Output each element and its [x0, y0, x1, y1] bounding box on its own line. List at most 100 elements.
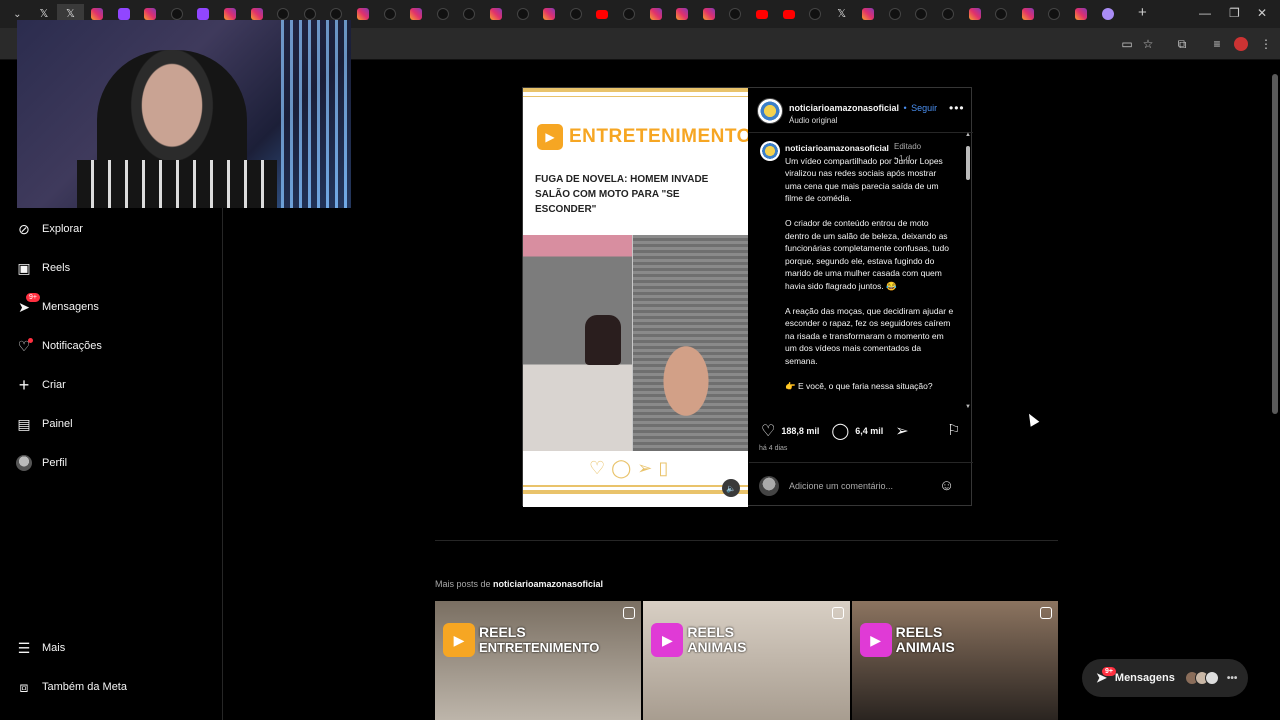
ig-favicon-icon [91, 8, 104, 20]
restore-button[interactable]: ❐ [1229, 6, 1240, 20]
more-post-tile[interactable]: ▶ REELS ENTRETENIMENTO [435, 601, 642, 720]
comment-input[interactable]: Adicione um comentário... [789, 481, 893, 491]
browser-tab[interactable] [376, 4, 403, 24]
pod-favicon-icon [1101, 8, 1114, 20]
close-window-button[interactable]: ✕ [1257, 6, 1267, 20]
cast-icon[interactable]: ▭ [1120, 37, 1134, 51]
browser-tab[interactable] [642, 4, 669, 24]
post-media[interactable]: ▶ ENTRETENIMENTO FUGA DE NOVELA: HOMEM I… [523, 88, 748, 507]
page-scrollbar[interactable] [1270, 60, 1280, 720]
post-modal: ▶ ENTRETENIMENTO FUGA DE NOVELA: HOMEM I… [522, 87, 973, 507]
like-count[interactable]: 188,8 mil [781, 426, 819, 436]
scroll-down-arrow-icon[interactable]: ▼ [965, 404, 971, 410]
sidebar-item-perfil[interactable]: Perfil [16, 451, 67, 475]
sidebar-item-mensagens[interactable]: ➤ 9+ Mensagens [16, 293, 99, 319]
minimize-button[interactable]: — [1199, 6, 1211, 20]
yt-favicon-icon [596, 9, 609, 19]
dashboard-icon: ▤ [17, 415, 31, 432]
tt-favicon-icon [942, 8, 955, 20]
browser-tab[interactable] [509, 4, 536, 24]
tile-line-1: REELS [479, 624, 526, 640]
more-posts-title: Mais posts de noticiarioamazonasoficial [435, 579, 603, 589]
bullet-separator: • [903, 102, 907, 113]
caption-scrollbar[interactable]: ▲ ▼ [965, 132, 971, 412]
browser-tab[interactable] [935, 4, 962, 24]
sidebar-item-label: Reels [42, 262, 71, 274]
browser-tab[interactable]: 𝕏 [828, 4, 855, 24]
browser-tab[interactable] [961, 4, 988, 24]
browser-tab[interactable] [1015, 4, 1042, 24]
x-favicon-icon: 𝕏 [39, 8, 49, 20]
browser-tab[interactable] [562, 4, 589, 24]
mute-button[interactable]: 🔈 [722, 479, 740, 497]
edited-label: Editado [894, 142, 922, 151]
sidebar-item-tambem-da-meta[interactable]: ⧈ Também da Meta [16, 675, 127, 699]
caption-area: noticiarioamazonasoficial Um vídeo compar… [749, 132, 973, 412]
save-bookmark-icon[interactable]: ⚐ [947, 421, 960, 439]
author-avatar[interactable] [757, 98, 783, 124]
scroll-up-arrow-icon[interactable]: ▲ [965, 132, 971, 138]
profile-avatar[interactable] [1234, 37, 1248, 51]
ig-favicon-icon [224, 8, 237, 20]
sidebar-item-explorar[interactable]: ⊘ Explorar [16, 217, 83, 241]
emoji-icon[interactable]: ☺ [939, 477, 954, 494]
tile-text: REELS ANIMAIS [896, 625, 955, 655]
new-tab-button[interactable]: + [1138, 4, 1147, 21]
browser-tab[interactable] [403, 4, 430, 24]
browser-tab[interactable] [988, 4, 1015, 24]
media-control-icon[interactable]: ≡ [1210, 37, 1224, 51]
category-label: ENTRETENIMENTO [569, 126, 748, 147]
more-posts-user[interactable]: noticiarioamazonasoficial [493, 579, 603, 589]
browser-tab[interactable] [589, 4, 616, 24]
browser-tab[interactable] [350, 4, 377, 24]
author-username[interactable]: noticiarioamazonasoficial [789, 103, 899, 113]
browser-tab[interactable] [483, 4, 510, 24]
sidebar-item-painel[interactable]: ▤ Painel [16, 412, 72, 436]
audio-label[interactable]: Áudio original [789, 116, 937, 125]
caption-username[interactable]: noticiarioamazonasoficial [785, 142, 890, 155]
browser-tab[interactable] [882, 4, 909, 24]
section-divider [435, 540, 1058, 541]
browser-tab[interactable] [802, 4, 829, 24]
browser-tab[interactable] [775, 4, 802, 24]
messages-pill[interactable]: ➤ 9+ Mensagens ••• [1082, 659, 1248, 697]
scrollbar-thumb[interactable] [966, 146, 970, 180]
comment-icon[interactable]: ◯ [831, 421, 849, 441]
tw-favicon-icon [197, 8, 210, 20]
tt-favicon-icon [915, 8, 928, 20]
sidebar-item-mais[interactable]: ☰ Mais [16, 636, 66, 660]
caption-meta: Editado • 1 d [894, 141, 944, 165]
browser-tab[interactable] [695, 4, 722, 24]
ig-favicon-icon [250, 8, 263, 20]
background-lights [281, 20, 351, 208]
browser-menu-icon[interactable]: ⋮ [1259, 37, 1273, 51]
browser-tab[interactable] [616, 4, 643, 24]
browser-tab[interactable] [430, 4, 457, 24]
bookmark-star-icon[interactable]: ☆ [1141, 37, 1155, 51]
extensions-icon[interactable]: ⧉ [1175, 37, 1189, 51]
like-icon[interactable]: ♡ [761, 421, 775, 441]
browser-tab[interactable] [1068, 4, 1095, 24]
more-options-icon[interactable]: ••• [949, 101, 965, 115]
caption-avatar[interactable] [760, 141, 780, 161]
browser-tab[interactable] [749, 4, 776, 24]
share-icon[interactable]: ➢ [895, 421, 908, 441]
browser-tab[interactable] [855, 4, 882, 24]
browser-tab[interactable] [456, 4, 483, 24]
browser-tab[interactable] [536, 4, 563, 24]
browser-tab[interactable] [669, 4, 696, 24]
follow-button[interactable]: Seguir [911, 103, 937, 113]
browser-tab[interactable] [722, 4, 749, 24]
sidebar-item-notificacoes[interactable]: ♡ Notificações [16, 334, 102, 358]
more-post-tile[interactable]: ▶ REELS ANIMAIS [643, 601, 850, 720]
page-scrollbar-thumb[interactable] [1272, 74, 1278, 414]
browser-tab[interactable] [1041, 4, 1068, 24]
browser-tab[interactable] [1094, 4, 1121, 24]
sidebar-item-criar[interactable]: + Criar [16, 373, 66, 397]
sidebar-item-reels[interactable]: ▣ Reels [16, 256, 70, 280]
browser-tab[interactable] [908, 4, 935, 24]
post-side-panel: noticiarioamazonasoficial • Seguir Áudio… [749, 88, 973, 507]
tt-favicon-icon [809, 8, 822, 20]
tile-label: ▶ REELS ENTRETENIMENTO [443, 623, 599, 657]
more-post-tile[interactable]: ▶ REELS ANIMAIS [851, 601, 1058, 720]
